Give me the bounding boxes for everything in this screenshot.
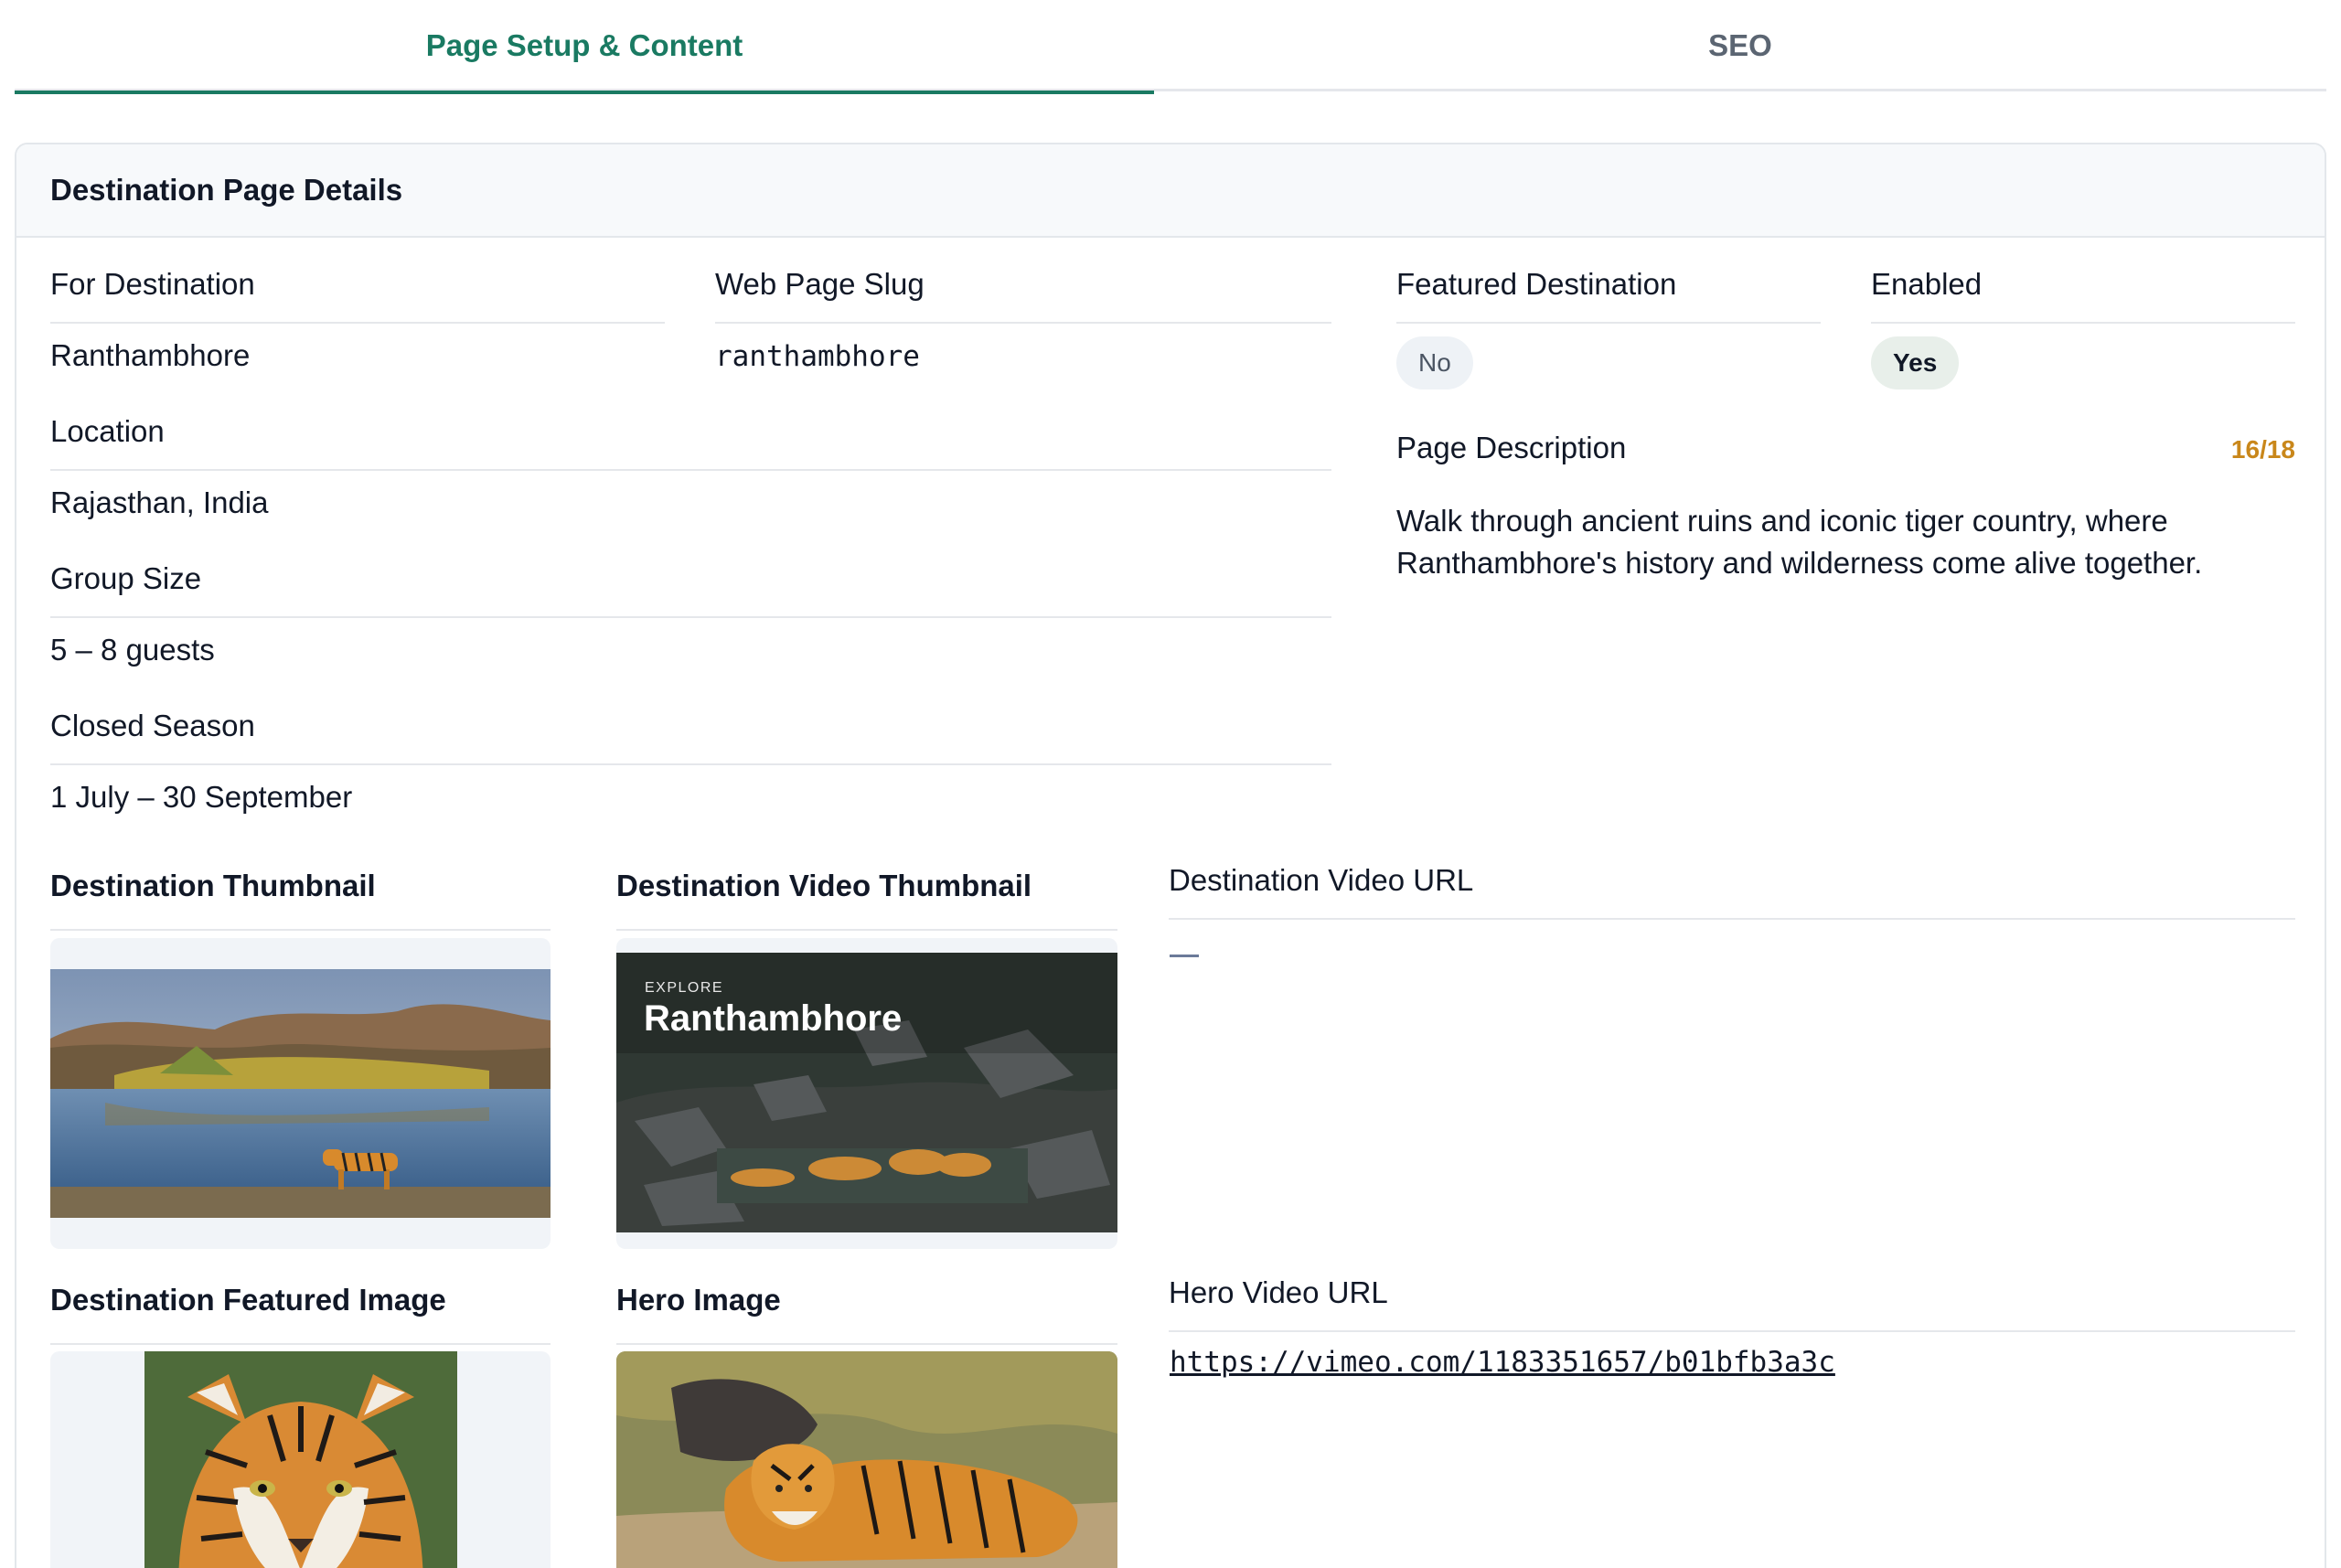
destination-video-thumbnail-frame[interactable]: EXPLORE Ranthambhore [616, 938, 1117, 1249]
group-size-label: Group Size [50, 561, 1331, 618]
destination-video-url-label: Destination Video URL [1169, 863, 2295, 920]
location-label: Location [50, 414, 1331, 471]
enabled-label: Enabled [1871, 267, 2295, 324]
destination-featured-image-label: Destination Featured Image [50, 1283, 551, 1345]
web-page-slug-label: Web Page Slug [715, 267, 1331, 324]
page-description-value: Walk through ancient ruins and iconic ti… [1396, 504, 2203, 580]
video-overlay-kicker: EXPLORE [645, 980, 723, 996]
closed-season-value: 1 July – 30 September [50, 780, 353, 814]
video-overlay-title: Ranthambhore [644, 998, 902, 1039]
page-description-label: Page Description [1396, 431, 1627, 464]
featured-destination-label: Featured Destination [1396, 267, 1821, 324]
web-page-slug-value: ranthambhore [715, 340, 920, 373]
destination-video-thumbnail-label: Destination Video Thumbnail [616, 869, 1117, 931]
location-value: Rajasthan, India [50, 485, 269, 519]
hero-video-url-link[interactable]: https://vimeo.com/1183351657/b01bfb3a3c [1170, 1346, 1835, 1379]
destination-video-url-empty [1170, 955, 1199, 957]
enabled-status-badge: Yes [1871, 336, 1960, 389]
tab-page-setup-content[interactable]: Page Setup & Content [15, 0, 1154, 94]
character-counter: 16/18 [2230, 435, 2295, 464]
tab-bar: Page Setup & Content SEO [15, 0, 2326, 94]
group-size-value: 5 – 8 guests [50, 633, 215, 667]
card-title: Destination Page Details [16, 144, 2325, 238]
page-description-header: Page Description 16/18 [1396, 431, 2295, 465]
destination-thumbnail-image [50, 969, 551, 1218]
hero-image [616, 1351, 1117, 1568]
destination-thumbnail-frame[interactable] [50, 938, 551, 1249]
featured-status-badge: No [1396, 336, 1473, 389]
hero-image-frame[interactable] [616, 1351, 1117, 1568]
closed-season-label: Closed Season [50, 709, 1331, 765]
destination-video-thumbnail-image: EXPLORE Ranthambhore [616, 953, 1117, 1232]
destination-featured-image [144, 1351, 457, 1568]
destination-thumbnail-label: Destination Thumbnail [50, 869, 551, 931]
for-destination-value: Ranthambhore [50, 338, 251, 372]
for-destination-label: For Destination [50, 267, 665, 324]
hero-image-label: Hero Image [616, 1283, 1117, 1345]
tab-seo[interactable]: SEO [1154, 0, 2326, 91]
destination-details-card: Destination Page Details For Destination… [15, 143, 2326, 1568]
hero-video-url-label: Hero Video URL [1169, 1275, 2295, 1332]
destination-featured-image-frame[interactable] [50, 1351, 551, 1568]
